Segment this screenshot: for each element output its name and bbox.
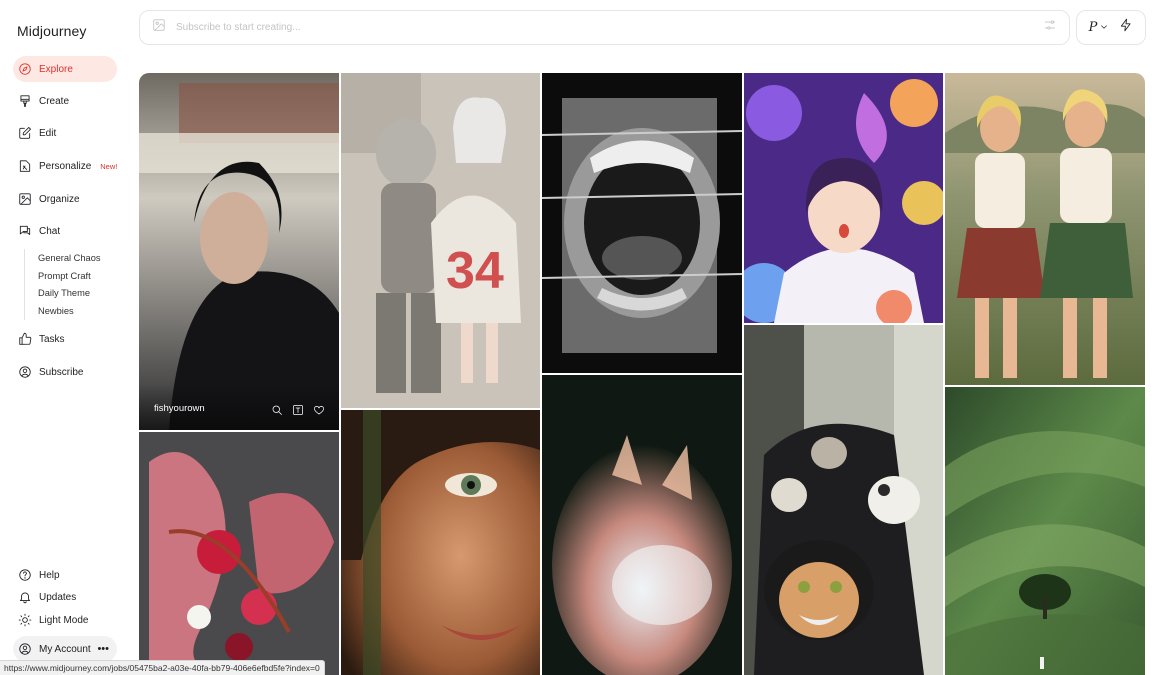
gallery-tile[interactable]	[945, 73, 1145, 385]
new-badge: New!	[100, 161, 118, 171]
chat-icon	[18, 224, 32, 238]
nav-light-mode-label: Light Mode	[39, 614, 89, 626]
nav-edit[interactable]: Edit	[13, 120, 117, 146]
nav-help-label: Help	[39, 569, 60, 581]
tile-image: 34	[341, 73, 540, 408]
tile-hover-overlay: fishyourown	[139, 384, 339, 430]
profile-selector[interactable]: P	[1089, 20, 1098, 35]
user-circle-icon	[18, 365, 32, 379]
tile-image	[542, 375, 742, 675]
nav-explore[interactable]: Explore	[13, 56, 117, 82]
svg-text:34: 34	[446, 242, 504, 300]
nav-personalize-label: Personalize	[39, 160, 92, 172]
image-icon	[18, 192, 32, 206]
nav-tasks[interactable]: Tasks	[13, 326, 117, 352]
gallery-tile[interactable]	[744, 73, 943, 323]
help-icon	[18, 568, 32, 582]
tile-image	[341, 410, 540, 675]
heart-icon[interactable]	[313, 404, 325, 416]
settings-sliders-icon[interactable]	[1043, 18, 1057, 37]
gallery-tile[interactable]	[542, 375, 742, 675]
nav-tasks-label: Tasks	[39, 333, 65, 345]
text-prompt-icon[interactable]	[292, 404, 304, 416]
chat-room-newbies[interactable]: Newbies	[38, 302, 101, 320]
nav-subscribe-label: Subscribe	[39, 366, 84, 378]
browser-status-bar: https://www.midjourney.com/jobs/05475ba2…	[0, 660, 325, 675]
nav-my-account-label: My Account	[39, 643, 91, 655]
sun-icon	[18, 613, 32, 627]
chat-room-daily-theme[interactable]: Daily Theme	[38, 284, 101, 302]
prompt-bar	[139, 10, 1070, 45]
chat-room-general-chaos[interactable]: General Chaos	[38, 249, 101, 267]
nav-chat[interactable]: Chat	[13, 218, 117, 244]
nav-organize-label: Organize	[39, 193, 80, 205]
prompt-input[interactable]	[174, 21, 1043, 34]
chat-rooms-list: General Chaos Prompt Craft Daily Theme N…	[24, 249, 101, 320]
personalize-icon	[18, 159, 32, 173]
nav-updates-label: Updates	[39, 591, 77, 603]
gallery-tile[interactable]: fishyourown	[139, 73, 339, 430]
lightning-icon[interactable]	[1119, 18, 1133, 37]
more-icon[interactable]: •••	[97, 643, 109, 655]
nav-subscribe[interactable]: Subscribe	[13, 359, 117, 385]
nav-light-mode[interactable]: Light Mode	[13, 607, 117, 633]
nav-create-label: Create	[39, 95, 70, 107]
nav-chat-label: Chat	[39, 225, 61, 237]
edit-icon	[18, 126, 32, 140]
brush-icon	[18, 94, 32, 108]
chat-room-prompt-craft[interactable]: Prompt Craft	[38, 267, 101, 285]
tile-image	[139, 73, 339, 430]
tile-image	[945, 387, 1145, 675]
nav-edit-label: Edit	[39, 127, 57, 139]
gallery-tile[interactable]	[945, 387, 1145, 675]
chevron-down-icon[interactable]	[1099, 19, 1109, 37]
nav-organize[interactable]: Organize	[13, 186, 117, 212]
tile-image	[744, 325, 943, 675]
sidebar: Midjourney Explore Create Edit Personali…	[0, 0, 130, 675]
tile-image	[139, 432, 339, 675]
explore-gallery: fishyourown 34	[139, 73, 1145, 675]
nav-explore-label: Explore	[39, 63, 73, 75]
gallery-tile[interactable]	[744, 325, 943, 675]
profile-controls: P	[1076, 10, 1146, 45]
gallery-tile[interactable]	[341, 410, 540, 675]
gallery-tile[interactable]	[542, 73, 742, 373]
tile-username[interactable]: fishyourown	[154, 403, 205, 414]
account-icon	[18, 642, 32, 656]
search-icon[interactable]	[271, 404, 283, 416]
tile-image	[542, 73, 742, 373]
tile-image	[945, 73, 1145, 385]
nav-personalize[interactable]: Personalize New!	[13, 153, 117, 179]
compass-icon	[18, 62, 32, 76]
tile-image	[744, 73, 943, 323]
brand-logo[interactable]: Midjourney	[17, 23, 86, 39]
bell-icon	[18, 590, 32, 604]
nav-my-account[interactable]: My Account •••	[13, 636, 117, 662]
thumbs-up-icon	[18, 332, 32, 346]
gallery-tile[interactable]	[139, 432, 339, 675]
gallery-tile[interactable]: 34	[341, 73, 540, 408]
image-upload-icon[interactable]	[152, 18, 166, 37]
nav-create[interactable]: Create	[13, 88, 117, 114]
